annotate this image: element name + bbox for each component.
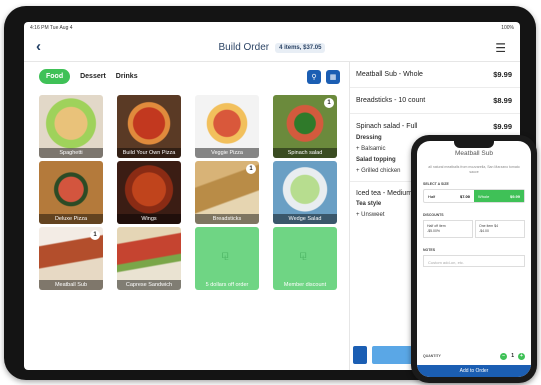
quantity-row: QUANTITY − 1 + xyxy=(417,349,531,363)
menu-item-label: Build Your Own Pizza xyxy=(117,148,181,158)
menu-item-spinach-salad[interactable]: 1 Spinach salad xyxy=(273,95,337,158)
back-button[interactable]: ‹ xyxy=(36,38,41,55)
size-selector: Half $7.00 Whole $9.99 xyxy=(423,189,525,203)
search-icon: ⚲ xyxy=(311,74,317,81)
page-title: Build Order xyxy=(218,42,270,53)
menu-item-label: 5 dollars off order xyxy=(205,282,249,288)
item-description: all natural meatballs from mozzarella, S… xyxy=(428,165,520,174)
tab-food[interactable]: Food xyxy=(39,68,71,84)
size-name: Half xyxy=(428,193,436,199)
add-to-order-button[interactable]: Add to Order xyxy=(417,365,531,377)
notes-input[interactable]: Custom add-on, etc. xyxy=(423,255,525,267)
menu-item-caprese-sandwich[interactable]: Caprese Sandwich xyxy=(117,227,181,290)
menu-item-label: Wedge Salad xyxy=(273,214,337,224)
phone-device: Meatball Sub all natural meatballs from … xyxy=(411,135,537,383)
discount-option-one-item[interactable]: One item $4 -$4.00 xyxy=(475,220,525,238)
discount-value: -$4.00 xyxy=(479,229,489,233)
discount-option-half-off[interactable]: Half off item -$5.00% xyxy=(423,220,473,238)
discount-icon: ⚼ xyxy=(221,247,230,261)
menu-item-meatball-sub[interactable]: 1 Meatball Sub xyxy=(39,227,103,290)
size-option-half[interactable]: Half $7.00 xyxy=(424,190,474,202)
menu-item-label: Veggie Pizza xyxy=(195,148,259,158)
menu-item-label: Caprese Sandwich xyxy=(117,280,181,290)
category-tabs: Food Dessert Drinks xyxy=(24,62,349,90)
size-price: $7.00 xyxy=(459,193,470,199)
discount-options: Half off item -$5.00% One item $4 -$4.00 xyxy=(423,220,525,238)
decrement-button[interactable]: − xyxy=(500,352,508,360)
search-button[interactable]: ⚲ xyxy=(307,70,321,84)
order-line[interactable]: Meatball Sub - Whole $9.99 xyxy=(350,62,520,88)
menu-item-wings[interactable]: Wings xyxy=(117,161,181,224)
discount-value: -$5.00% xyxy=(427,229,441,233)
increment-button[interactable]: + xyxy=(518,352,525,360)
item-count-badge: 1 xyxy=(246,164,256,174)
discounts-section-label: DISCOUNTS xyxy=(423,213,444,217)
order-line-price: $9.99 xyxy=(493,122,512,131)
menu-item-5-dollars-off[interactable]: ⚼ 5 dollars off order xyxy=(195,227,259,290)
menu-panel: Food Dessert Drinks ⚲ ▦ Spaghetti Build … xyxy=(24,62,349,370)
menu-item-deluxe-pizza[interactable]: Deluxe Pizza xyxy=(39,161,103,224)
barcode-button[interactable]: ▦ xyxy=(326,70,340,84)
menu-item-veggie-pizza[interactable]: Veggie Pizza xyxy=(195,95,259,158)
hamburger-menu-icon[interactable]: ☰ xyxy=(495,41,506,55)
order-summary-badge: 4 items, $37.05 xyxy=(275,42,326,53)
order-line-price: $9.99 xyxy=(493,70,512,79)
size-section-label: SELECT A SIZE xyxy=(423,182,449,186)
order-line[interactable]: Breadsticks - 10 count $8.99 xyxy=(350,88,520,114)
quantity-value: 1 xyxy=(511,353,514,359)
status-time: 4:16 PM Tue Aug 4 xyxy=(30,25,73,31)
menu-item-label: Wings xyxy=(117,214,181,224)
order-line-name: Meatball Sub - Whole xyxy=(356,71,423,78)
phone-screen: Meatball Sub all natural meatballs from … xyxy=(417,141,531,377)
size-name: Whole xyxy=(478,193,490,199)
menu-item-breadsticks[interactable]: 1 Breadsticks xyxy=(195,161,259,224)
menu-grid: Spaghetti Build Your Own Pizza Veggie Pi… xyxy=(39,95,339,290)
menu-item-label: Breadsticks xyxy=(195,214,259,224)
order-line-price: $8.99 xyxy=(493,96,512,105)
status-bar: 4:16 PM Tue Aug 4 100% xyxy=(24,22,520,34)
menu-item-label: Spinach salad xyxy=(273,148,337,158)
tab-dessert[interactable]: Dessert xyxy=(80,73,106,80)
tab-drinks[interactable]: Drinks xyxy=(116,73,138,80)
battery-level: 100% xyxy=(501,25,514,31)
menu-item-label: Meatball Sub xyxy=(39,280,103,290)
menu-item-label: Member discount xyxy=(283,282,327,288)
menu-item-label: Deluxe Pizza xyxy=(39,214,103,224)
order-line[interactable]: Spinach salad - Full $9.99 xyxy=(350,114,520,133)
menu-item-label: Spaghetti xyxy=(39,148,103,158)
item-count-badge: 1 xyxy=(324,98,334,108)
notes-section-label: NOTES xyxy=(423,248,436,252)
phone-notch xyxy=(454,141,494,148)
barcode-icon: ▦ xyxy=(329,74,337,81)
order-line-name: Spinach salad - Full xyxy=(356,123,418,130)
save-order-button[interactable] xyxy=(353,346,367,364)
nav-bar: ‹ Build Order 4 items, $37.05 ☰ xyxy=(24,34,520,62)
item-count-badge: 1 xyxy=(90,230,100,240)
menu-item-member-discount[interactable]: ⚼ Member discount xyxy=(273,227,337,290)
quantity-label: QUANTITY xyxy=(423,354,441,358)
menu-item-build-your-own-pizza[interactable]: Build Your Own Pizza xyxy=(117,95,181,158)
menu-item-spaghetti[interactable]: Spaghetti xyxy=(39,95,103,158)
size-price: $9.99 xyxy=(509,193,520,199)
order-line-name: Iced tea - Medium xyxy=(356,190,413,197)
menu-item-wedge-salad[interactable]: Wedge Salad xyxy=(273,161,337,224)
size-option-whole[interactable]: Whole $9.99 xyxy=(474,190,524,202)
quantity-stepper: − 1 + xyxy=(500,352,525,360)
discount-icon: ⚼ xyxy=(299,247,308,261)
order-line-name: Breadsticks - 10 count xyxy=(356,97,426,104)
